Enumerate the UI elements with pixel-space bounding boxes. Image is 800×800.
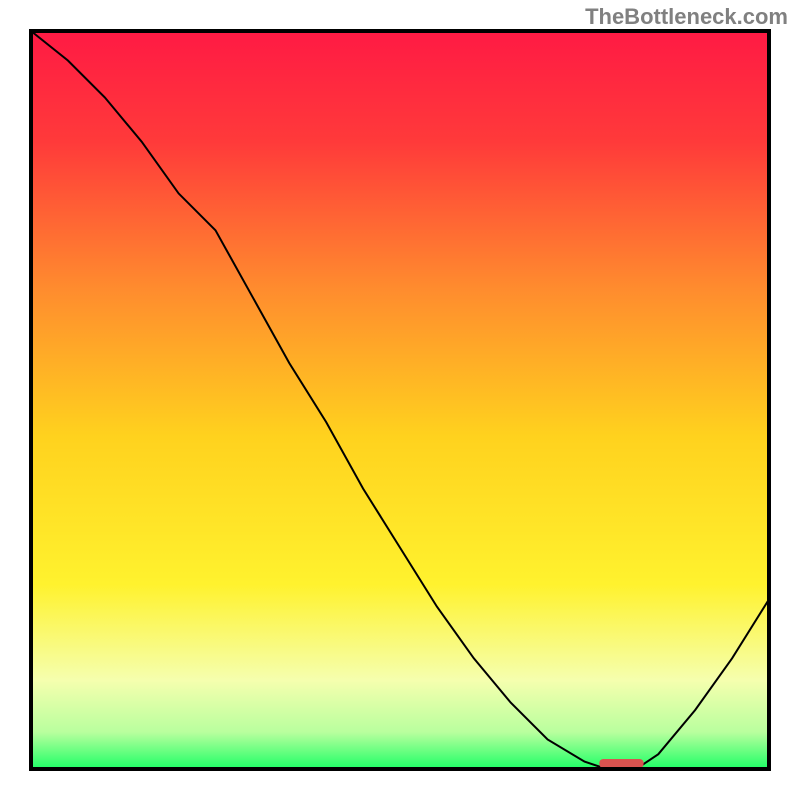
chart-container: TheBottleneck.com — [0, 0, 800, 800]
optimal-marker — [599, 759, 643, 768]
watermark-label: TheBottleneck.com — [585, 4, 788, 30]
bottleneck-chart — [0, 0, 800, 800]
